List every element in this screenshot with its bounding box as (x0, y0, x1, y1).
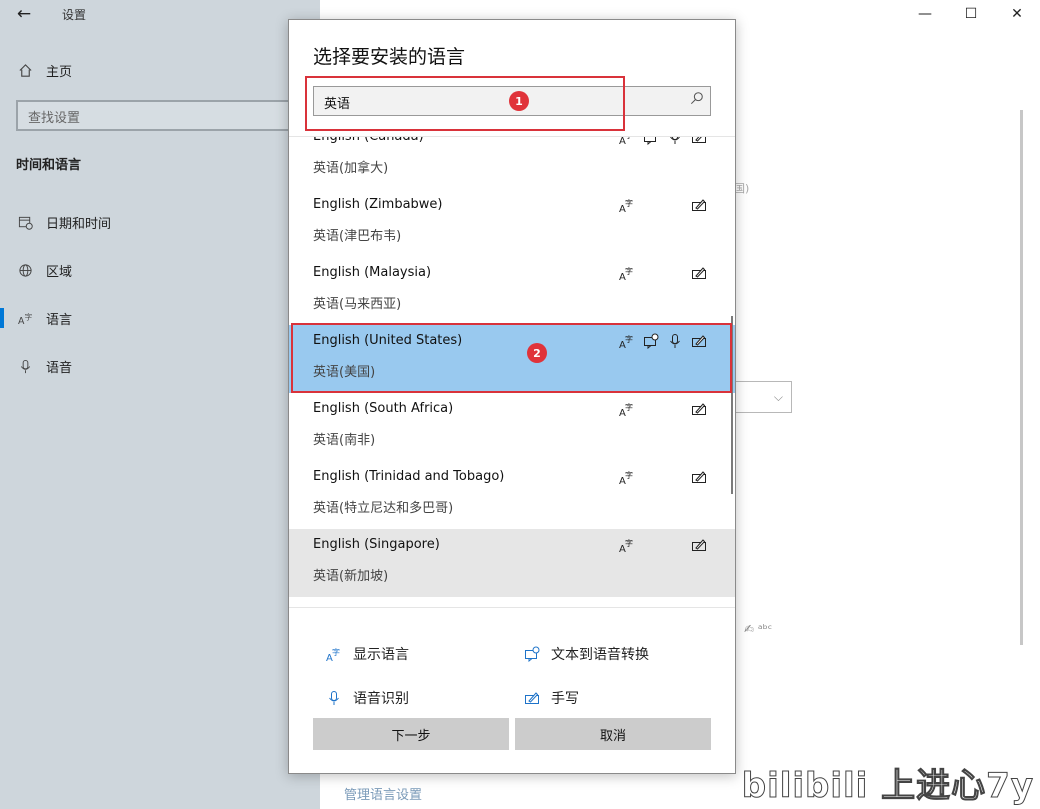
sidebar-item-label: 主页 (46, 64, 73, 80)
language-name-en: English (Singapore) (313, 537, 440, 552)
language-name-zh: 英语(加拿大) (313, 161, 389, 176)
legend-text-to-speech: 文本到语音转换 (523, 644, 649, 664)
legend-label: 显示语言 (353, 647, 409, 663)
cancel-button[interactable]: 取消 (515, 718, 711, 750)
watermark: bilibili 上进心7y (741, 766, 1034, 807)
language-name-zh: 英语(新加坡) (313, 569, 389, 584)
svg-text:字: 字 (332, 647, 340, 657)
language-name-en: English (South Africa) (313, 401, 454, 416)
chevron-down-icon: ⌵ (773, 389, 783, 404)
microphone-icon (325, 689, 343, 707)
svg-text:字: 字 (625, 538, 633, 548)
svg-text:字: 字 (24, 311, 32, 321)
dialog-title: 选择要安装的语言 (313, 46, 466, 68)
sidebar-item-language[interactable]: A字 语言 (16, 306, 73, 330)
feature-legend: A字 显示语言 文本到语音转换 语音识别 手写 (289, 607, 735, 717)
sidebar-item-label: 语言 (46, 312, 73, 328)
language-name-en: English (Canada) (313, 136, 424, 144)
handwriting-icon (691, 265, 707, 281)
install-language-dialog: 选择要安装的语言 英语 English (Canada)英语(加拿大)A字Eng… (288, 19, 736, 774)
sidebar-item-label: 区域 (46, 264, 73, 280)
handwriting-icon (523, 689, 541, 707)
language-row[interactable]: English (Zimbabwe) 英语(津巴布韦) A 字 (289, 189, 735, 257)
annotation-marker-1: 1 (509, 91, 529, 111)
next-button[interactable]: 下一步 (313, 718, 509, 750)
language-row[interactable]: English (Malaysia) 英语(马来西亚) A 字 (289, 257, 735, 325)
section-heading: 时间和语言 (16, 158, 82, 173)
close-button[interactable]: ✕ (994, 0, 1040, 28)
legend-label: 文本到语音转换 (551, 647, 649, 663)
home-icon (16, 61, 34, 79)
title-bar: ← 设置 (0, 0, 320, 28)
calendar-clock-icon (16, 213, 34, 231)
annotation-box-search (305, 76, 625, 131)
language-name-en: English (Trinidad and Tobago) (313, 469, 505, 484)
language-row[interactable]: English (South Africa) 英语(南非) A 字 (289, 393, 735, 461)
spellcheck-icon: ᵃᵇᶜ (757, 622, 773, 636)
language-name-zh: 英语(津巴布韦) (313, 229, 402, 244)
legend-speech-recognition: 语音识别 (325, 688, 409, 708)
svg-text:字: 字 (625, 266, 633, 276)
globe-icon (16, 261, 34, 279)
sidebar-item-label: 语音 (46, 360, 73, 376)
microphone-icon (16, 357, 34, 375)
svg-text:字: 字 (625, 402, 633, 412)
window-title: 设置 (62, 8, 87, 22)
text-to-speech-icon (643, 137, 659, 145)
language-row[interactable]: English (Singapore) 英语(新加坡) A 字 (289, 529, 735, 597)
legend-label: 手写 (551, 691, 579, 707)
sidebar-item-date-time[interactable]: 日期和时间 (16, 210, 111, 234)
sidebar-item-label: 日期和时间 (46, 216, 112, 232)
annotation-box-selected (291, 323, 732, 393)
handwriting-icon (691, 197, 707, 213)
display-language-icon: A字 (619, 469, 635, 485)
handwriting-icon (691, 537, 707, 553)
display-language-icon: A字 (619, 265, 635, 281)
legend-label: 语音识别 (353, 691, 409, 707)
background-scrollbar[interactable] (1020, 110, 1023, 645)
background-feature-icons: ✍ ᵃᵇᶜ (744, 622, 772, 636)
background-fragment: 国) (734, 182, 750, 195)
handwriting-icon (691, 137, 707, 145)
svg-text:字: 字 (625, 136, 633, 140)
search-icon[interactable] (690, 91, 704, 109)
sidebar-item-home[interactable]: 主页 (16, 58, 72, 82)
language-name-en: English (Zimbabwe) (313, 197, 443, 212)
legend-display-language: A字 显示语言 (325, 644, 409, 664)
handwriting-icon (691, 401, 707, 417)
language-name-zh: 英语(南非) (313, 433, 376, 448)
sidebar-item-region[interactable]: 区域 (16, 258, 72, 282)
language-row[interactable]: English (Trinidad and Tobago) 英语(特立尼达和多巴哥… (289, 461, 735, 529)
minimize-button[interactable]: — (902, 0, 948, 28)
display-language-icon: A字 (619, 401, 635, 417)
settings-search-input[interactable]: 查找设置 (16, 100, 308, 131)
language-name-en: English (Malaysia) (313, 265, 432, 280)
display-language-icon: A字 (619, 197, 635, 213)
maximize-button[interactable]: ☐ (948, 0, 994, 28)
annotation-marker-2: 2 (527, 343, 547, 363)
display-language-icon: A字 (619, 537, 635, 553)
display-language-icon: A字 (325, 645, 343, 663)
text-to-speech-icon (523, 645, 541, 663)
svg-text:字: 字 (625, 198, 633, 208)
language-icon: A字 (16, 309, 34, 327)
active-indicator (0, 308, 4, 328)
back-button[interactable]: ← (12, 4, 36, 24)
language-name-zh: 英语(特立尼达和多巴哥) (313, 501, 454, 516)
manage-language-settings-link[interactable]: 管理语言设置 (344, 784, 422, 803)
display-language-icon: A字 (619, 136, 635, 145)
microphone-icon (667, 137, 683, 145)
handwriting-icon: ✍ (744, 622, 755, 636)
language-name-zh: 英语(马来西亚) (313, 297, 402, 312)
settings-sidebar: ← 设置 主页 查找设置 时间和语言 日期和时间 区域 A字 语言 语音 (0, 0, 320, 809)
handwriting-icon (691, 469, 707, 485)
background-dropdown[interactable]: ⌵ (730, 381, 792, 413)
legend-handwriting: 手写 (523, 688, 579, 708)
window-controls: — ☐ ✕ (902, 0, 1040, 28)
language-row[interactable]: English (Canada) 英语(加拿大) A字 (289, 136, 735, 189)
sidebar-item-speech[interactable]: 语音 (16, 354, 72, 378)
svg-text:字: 字 (625, 470, 633, 480)
